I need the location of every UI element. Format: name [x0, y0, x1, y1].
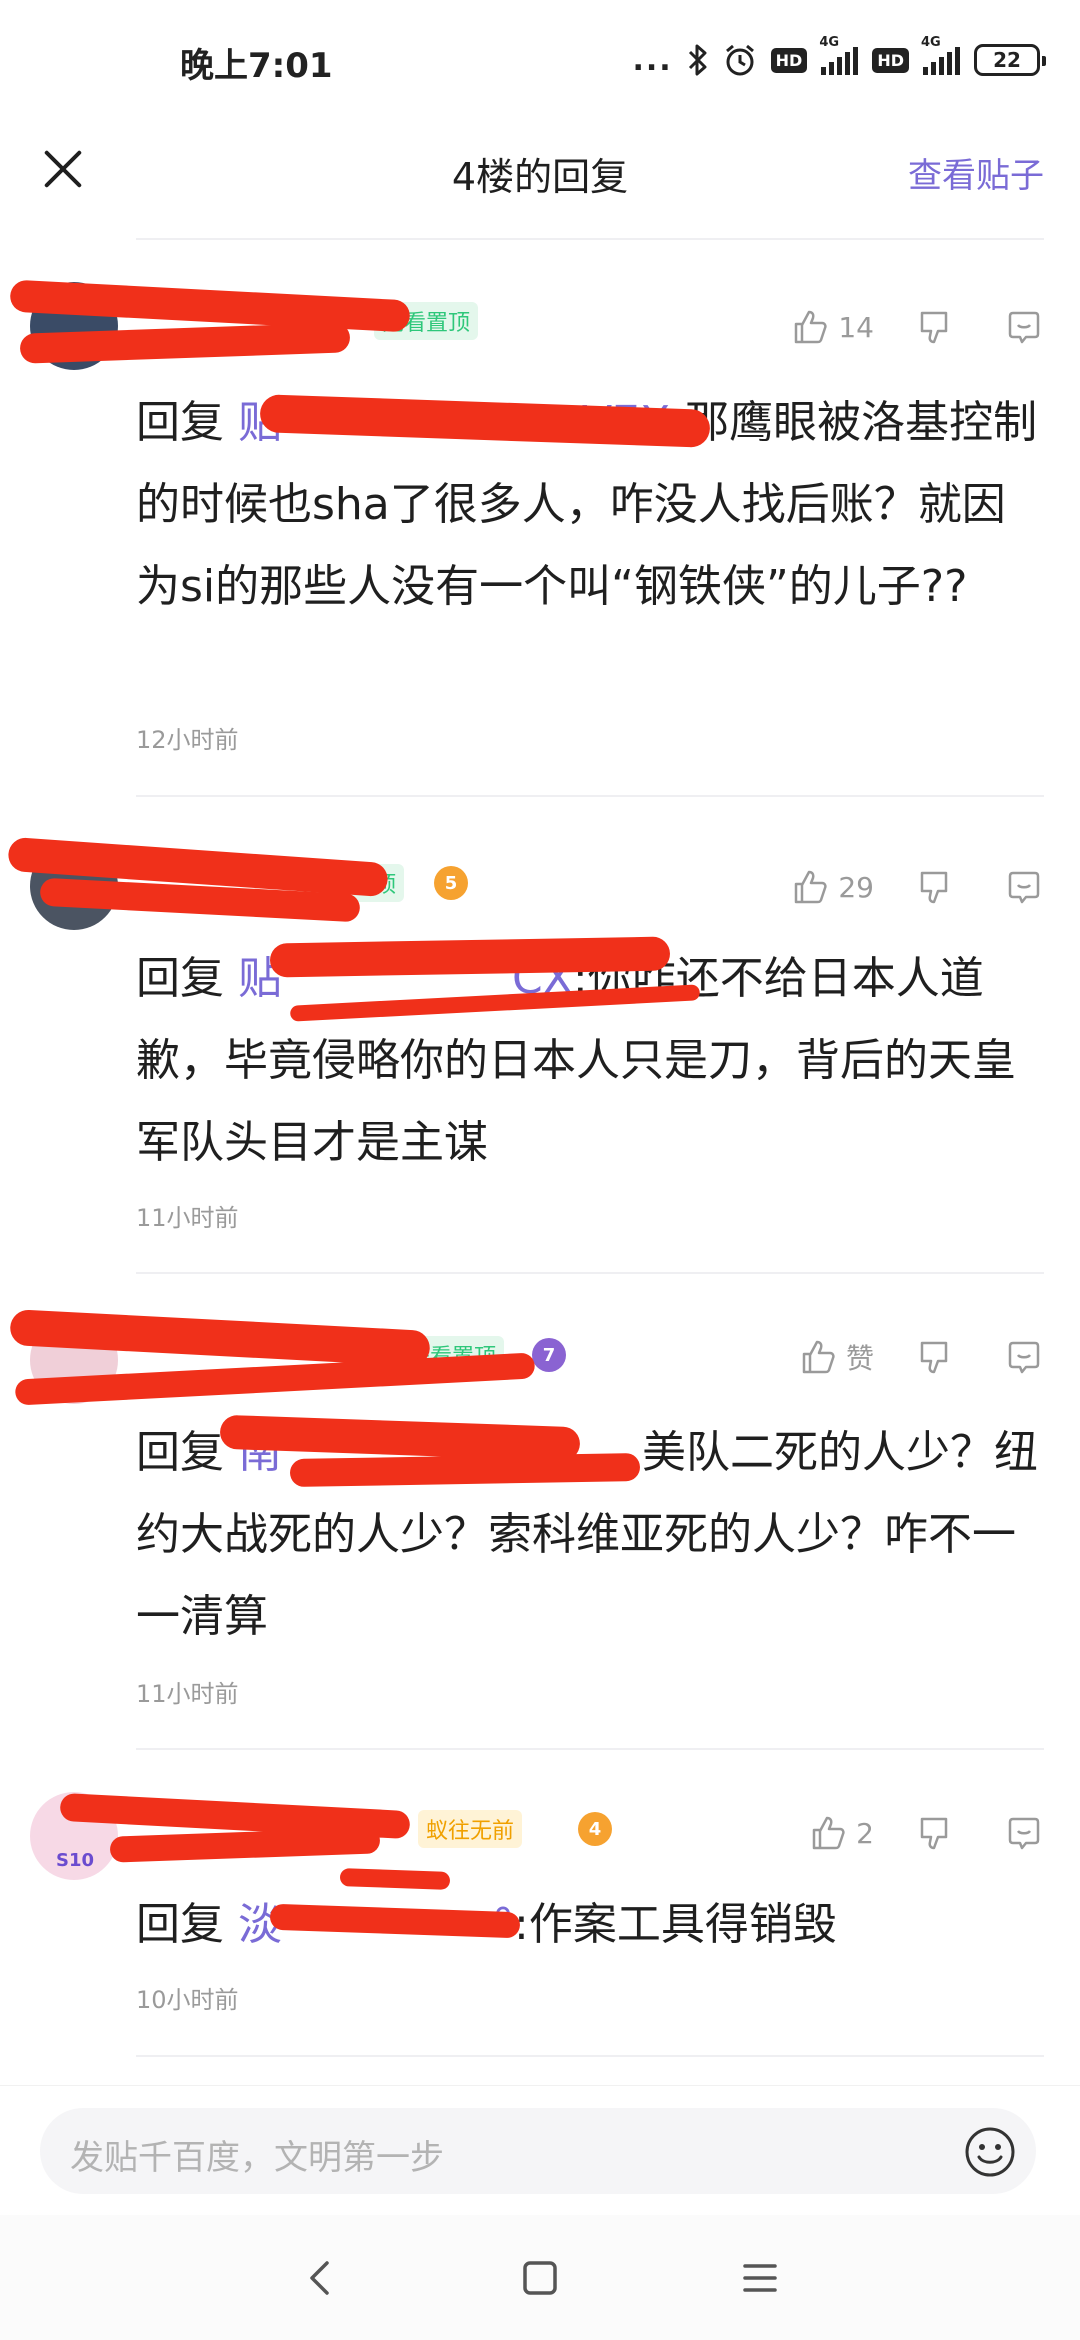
timestamp: 11小时前 [136, 1680, 239, 1708]
like-count: 29 [838, 870, 874, 904]
thumbs-down-icon [920, 871, 948, 904]
comment-icon [1008, 1817, 1040, 1850]
like-button[interactable]: 赞 [798, 1337, 874, 1377]
comment-button[interactable] [1004, 1813, 1044, 1853]
status-time: 晚上7:01 [180, 46, 333, 86]
divider [136, 1272, 1044, 1274]
back-icon[interactable] [295, 2255, 345, 2301]
divider [136, 795, 1044, 797]
thumbs-down-icon [920, 311, 948, 344]
level-badge: 4 [578, 1812, 612, 1846]
thumbs-up-icon [795, 310, 827, 344]
comment-icon [1008, 1341, 1040, 1374]
like-count: 赞 [845, 1342, 874, 1375]
view-post-button[interactable]: 查看贴子 [908, 148, 1044, 197]
comment-input-bar: 发贴千百度，文明第一步 [0, 2085, 1080, 2215]
like-button[interactable]: 29 [790, 867, 874, 907]
comment-button[interactable] [1004, 1337, 1044, 1377]
like-count: 14 [838, 310, 874, 344]
redaction-mark [109, 1827, 381, 1863]
thumbs-up-icon [795, 870, 827, 904]
divider [136, 2055, 1044, 2057]
divider [136, 1748, 1044, 1750]
bluetooth-icon [688, 44, 707, 76]
like-button[interactable]: 2 [808, 1813, 874, 1853]
reply-item[interactable]: 先看置顶 5 29 回复 贴CX:你咋还不给日本人道歉，毕竟侵略你的日本人只是刀… [0, 820, 1080, 1275]
level-badge: 7 [532, 1338, 566, 1372]
thumbs-down-icon [920, 1341, 948, 1374]
timestamp: 11小时前 [136, 1204, 239, 1232]
thumbs-down-icon [920, 1817, 948, 1850]
dislike-button[interactable] [914, 1337, 954, 1377]
reply-item[interactable]: 先看置顶 7 赞 回复 南美队二死的人少？纽约大战死的人少？索科维亚死的人少？咋… [0, 1296, 1080, 1756]
comment-icon [1008, 871, 1040, 904]
reply-item[interactable]: S10 蚁往无前 4 2 回复 淡°:作案工具得销毁 10小时前 [0, 1770, 1080, 2070]
comment-button[interactable] [1004, 867, 1044, 907]
top-navigation: 4楼的回复 查看贴子 [0, 120, 1080, 240]
dislike-button[interactable] [914, 1813, 954, 1853]
menu-icon[interactable] [735, 2255, 785, 2301]
dislike-button[interactable] [914, 307, 954, 347]
post-actions: 14 [790, 302, 1044, 352]
divider [136, 238, 1044, 240]
alarm-icon [725, 44, 754, 76]
title-badge: 蚁往无前 [418, 1810, 523, 1848]
battery-icon: 22 [974, 44, 1046, 76]
timestamp: 10小时前 [136, 1986, 239, 2014]
thumbs-up-icon [802, 1340, 835, 1374]
redaction-mark [339, 1868, 451, 1890]
hd-icon-2: HD [872, 47, 909, 73]
comment-icon [1008, 311, 1040, 344]
level-badge: 5 [434, 866, 468, 900]
more-dots-icon: ... [632, 42, 673, 78]
emoji-icon[interactable] [964, 2126, 1016, 2178]
like-button[interactable]: 14 [790, 307, 874, 347]
timestamp: 12小时前 [136, 726, 239, 754]
dislike-button[interactable] [914, 867, 954, 907]
post-actions: 29 [790, 862, 1044, 912]
reply-text: 回复 贴 CX:你咋还不给日本人道歉，毕竟侵略你的日本人只是刀，背后的天皇军队头目… [136, 953, 1016, 1168]
comment-button[interactable] [1004, 307, 1044, 347]
status-icons: ... HD 4G HD 4G 22 [632, 35, 1046, 80]
post-actions: 2 [808, 1808, 1044, 1858]
like-count: 2 [856, 1816, 874, 1850]
home-icon[interactable] [515, 2255, 565, 2301]
avatar-label: S10 [56, 1850, 95, 1871]
reply-item[interactable]: 先看置顶 14 回复 贴V7X:那鹰眼被洛基控制的时候也sha了很多人，咋没人找… [0, 262, 1080, 792]
redaction-mark [269, 936, 671, 978]
system-navigation-bar [0, 2215, 1080, 2340]
input-placeholder: 发贴千百度，文明第一步 [70, 2138, 444, 2178]
signal-icon-2: 4G [921, 35, 960, 75]
signal-icon: 4G [819, 35, 859, 75]
comment-input[interactable]: 发贴千百度，文明第一步 [40, 2108, 1036, 2194]
post-actions: 赞 [798, 1332, 1044, 1382]
close-icon[interactable] [40, 146, 86, 192]
thumbs-up-icon [812, 1816, 845, 1850]
hd-icon: HD [770, 47, 808, 73]
status-bar: 晚上7:01 ... HD 4G HD 4G 22 [0, 0, 1080, 120]
